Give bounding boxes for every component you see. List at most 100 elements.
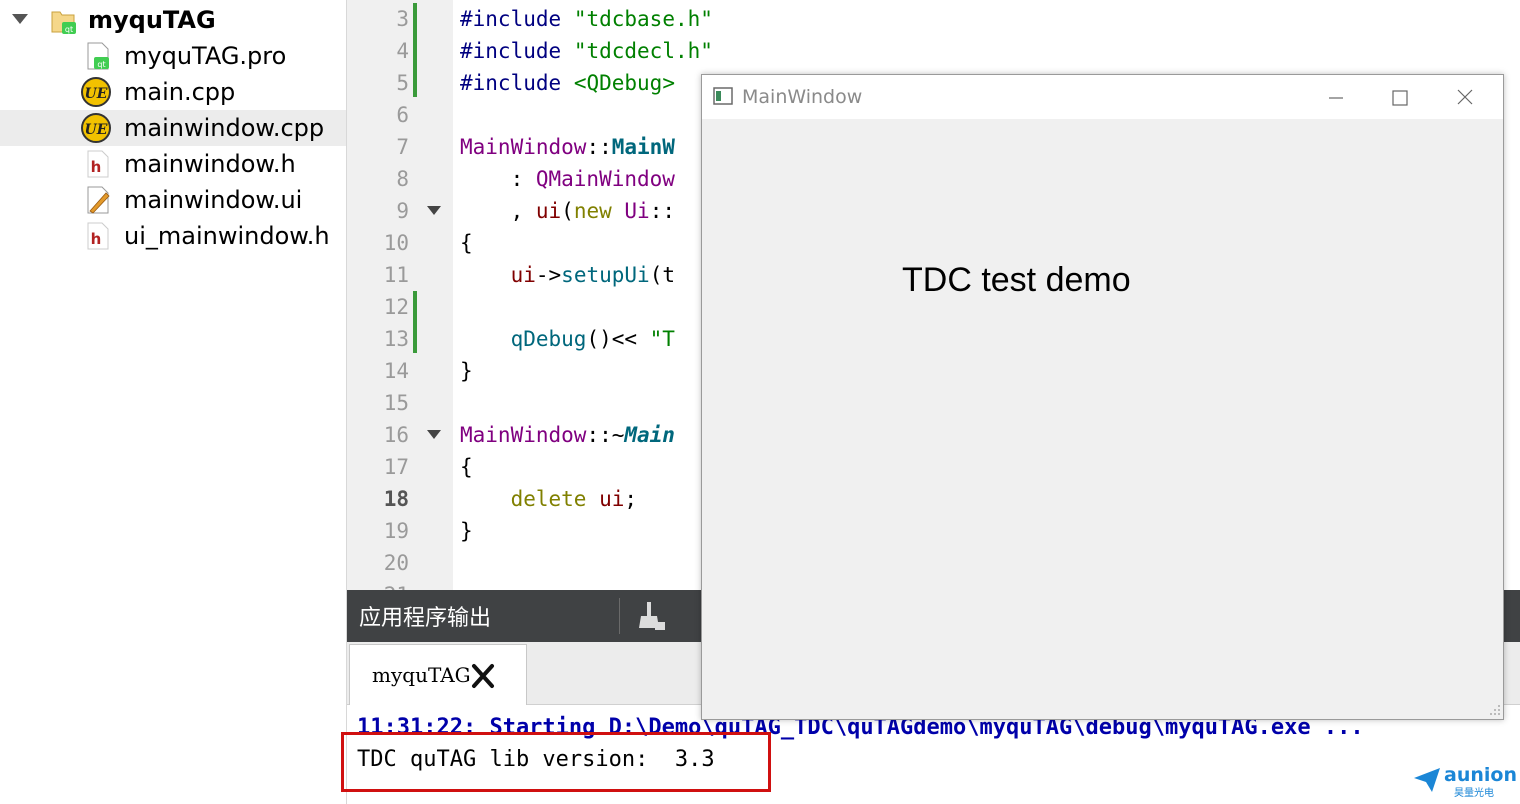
- code-line[interactable]: }: [460, 515, 473, 547]
- line-number: 5: [396, 71, 409, 95]
- destructor-name: Main: [624, 423, 675, 447]
- class-name: MainWindow: [460, 135, 587, 159]
- member-variable: ui: [535, 199, 562, 223]
- svg-text:UE: UE: [85, 86, 108, 102]
- tree-item-file[interactable]: UE main.cpp: [0, 74, 346, 110]
- tree-item-project-root[interactable]: qt myquTAG: [0, 2, 346, 38]
- demo-label: TDC test demo: [902, 261, 1131, 299]
- svg-text:qt: qt: [97, 60, 105, 69]
- code-line[interactable]: {: [460, 451, 473, 483]
- class-name: MainWindow: [460, 423, 587, 447]
- tree-item-file-selected[interactable]: UE mainwindow.cpp: [0, 110, 346, 146]
- changed-lines-marker: [413, 291, 417, 353]
- string-literal: "T: [649, 327, 675, 351]
- tree-item-file[interactable]: h mainwindow.h: [0, 146, 346, 182]
- preprocessor-directive: #include: [460, 39, 562, 63]
- scope-operator: ::: [649, 199, 675, 223]
- tree-item-label: mainwindow.cpp: [124, 114, 325, 142]
- function-call: setupUi: [561, 263, 650, 287]
- line-number: 11: [383, 263, 409, 287]
- fold-arrow-icon[interactable]: [427, 206, 441, 215]
- qt-project-folder-icon: qt: [51, 11, 76, 34]
- function-name: MainW: [611, 135, 675, 159]
- code-line[interactable]: ui->setupUi(t: [460, 259, 675, 291]
- preprocessor-directive: #include: [460, 71, 562, 95]
- keyword: delete: [510, 487, 587, 511]
- tree-item-file[interactable]: h ui_mainwindow.h: [0, 218, 346, 254]
- brand-watermark: aunion 昊量光电: [1410, 762, 1520, 802]
- function-call: qDebug: [510, 327, 587, 351]
- line-number: 20: [383, 551, 409, 575]
- scope-operator: ::: [586, 135, 612, 159]
- output-tab-label: myquTAG: [372, 663, 471, 687]
- code-line[interactable]: : QMainWindow: [460, 163, 675, 195]
- line-number-current: 18: [383, 487, 409, 511]
- line-number: 3: [396, 7, 409, 31]
- code-prefix: [460, 487, 511, 511]
- header-file-icon: h: [87, 222, 109, 250]
- line-number: 19: [383, 519, 409, 543]
- stream-operator: ()<<: [586, 327, 650, 351]
- brand-name: aunion: [1444, 764, 1517, 786]
- clean-output-broom-icon[interactable]: [637, 600, 667, 632]
- code-prefix: [460, 263, 511, 287]
- tree-item-file[interactable]: mainwindow.ui: [0, 182, 346, 218]
- line-number-partial: 21: [347, 579, 409, 590]
- tree-item-label: myquTAG: [88, 6, 216, 34]
- code-line[interactable]: , ui(new Ui::: [460, 195, 675, 227]
- code-line[interactable]: MainWindow::MainW: [460, 131, 675, 163]
- paren: (: [561, 199, 574, 223]
- main-window-app[interactable]: MainWindow TDC test demo: [701, 74, 1504, 720]
- arrow-operator: ->: [535, 263, 562, 287]
- class-name: QMainWindow: [535, 167, 675, 191]
- svg-text:h: h: [91, 158, 102, 176]
- app-window-icon: [713, 87, 733, 105]
- code-line[interactable]: }: [460, 355, 473, 387]
- line-number: 14: [383, 359, 409, 383]
- changed-lines-marker: [413, 3, 417, 97]
- code-line[interactable]: qDebug()<< "T: [460, 323, 675, 355]
- highlight-annotation-box: [341, 732, 771, 792]
- code-line[interactable]: #include <QDebug>: [460, 67, 675, 99]
- class-name: Ui: [624, 199, 650, 223]
- expand-arrow-icon[interactable]: [12, 14, 28, 24]
- brand-subtitle: 昊量光电: [1454, 788, 1494, 799]
- toolbar-divider: [619, 598, 620, 634]
- minimize-icon[interactable]: [1312, 83, 1358, 113]
- tree-item-label: ui_mainwindow.h: [124, 222, 330, 250]
- resize-grip-icon[interactable]: [1488, 703, 1502, 717]
- window-titlebar[interactable]: MainWindow: [702, 75, 1503, 119]
- ue-cpp-file-icon: UE: [81, 113, 111, 143]
- statement-end: ;: [624, 487, 638, 511]
- fold-arrow-icon[interactable]: [427, 430, 441, 439]
- output-pane-title: 应用程序输出: [359, 606, 492, 631]
- close-x-icon[interactable]: [470, 663, 496, 689]
- code-line[interactable]: #include "tdcdecl.h": [460, 35, 713, 67]
- qt-pro-file-icon: qt: [87, 42, 109, 70]
- line-number: 15: [383, 391, 409, 415]
- maximize-icon[interactable]: [1376, 83, 1422, 113]
- code-line[interactable]: #include "tdcbase.h": [460, 3, 713, 35]
- preprocessor-directive: #include: [460, 7, 562, 31]
- line-number: 13: [383, 327, 409, 351]
- tree-item-label: mainwindow.ui: [124, 186, 303, 214]
- line-number: 7: [396, 135, 409, 159]
- output-tab[interactable]: myquTAG: [349, 644, 527, 705]
- tree-item-file[interactable]: qt myquTAG.pro: [0, 38, 346, 74]
- paper-plane-logo-icon: [1414, 768, 1440, 792]
- tree-item-label: myquTAG.pro: [124, 42, 287, 70]
- code-line[interactable]: MainWindow::~Main: [460, 419, 675, 451]
- line-number: 17: [383, 455, 409, 479]
- keyword: new: [573, 199, 612, 223]
- ui-form-file-icon: [87, 186, 110, 214]
- code-prefix: :: [460, 167, 536, 191]
- close-icon[interactable]: [1442, 83, 1488, 113]
- line-number: 6: [396, 103, 409, 127]
- svg-text:h: h: [91, 230, 102, 248]
- line-number: 4: [396, 39, 409, 63]
- code-line-current[interactable]: delete ui;: [460, 483, 637, 515]
- code-prefix: ,: [460, 199, 536, 223]
- code-line[interactable]: {: [460, 227, 473, 259]
- code-prefix: [460, 327, 511, 351]
